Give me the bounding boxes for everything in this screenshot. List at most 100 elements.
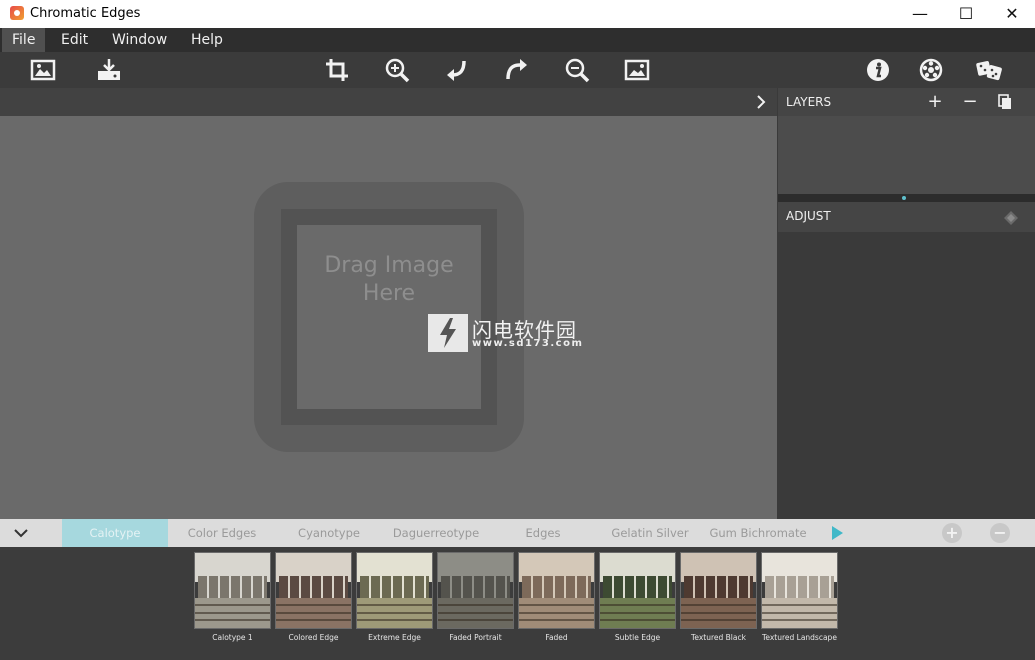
preset-thumbnail[interactable]: Calotype 1 <box>194 552 271 647</box>
preset-thumbnail[interactable]: Faded <box>518 552 595 647</box>
preset-thumbnail-label: Textured Landscape <box>762 633 837 642</box>
thumbnail-train <box>603 575 672 598</box>
preset-tab-daguerreotype[interactable]: Daguerreotype <box>382 519 490 547</box>
presets-bar: Calotype Color Edges Cyanotype Daguerreo… <box>0 519 1035 547</box>
menu-bar: File Edit Window Help <box>0 28 1035 52</box>
preset-tab-color-edges[interactable]: Color Edges <box>174 519 270 547</box>
preset-tab-cyanotype[interactable]: Cyanotype <box>284 519 374 547</box>
preset-thumbnail-image <box>356 552 433 629</box>
menu-edit[interactable]: Edit <box>51 28 98 52</box>
watermark-url: www.sd173.com <box>472 338 584 349</box>
zoom-out-icon[interactable] <box>563 56 591 84</box>
preset-thumbnail-label: Calotype 1 <box>212 633 253 642</box>
remove-layer-button[interactable]: − <box>959 91 981 113</box>
thumbnail-rail <box>519 604 594 606</box>
app-logo-icon <box>10 6 24 20</box>
scroll-right-icon[interactable] <box>832 526 843 540</box>
panel-splitter[interactable] <box>778 194 1035 202</box>
thumbnail-train <box>279 575 348 598</box>
duplicate-icon[interactable] <box>994 91 1016 113</box>
preset-thumbnail-label: Textured Black <box>691 633 746 642</box>
thumbnail-rail <box>357 619 432 621</box>
preset-thumbnail-label: Faded Portrait <box>449 633 502 642</box>
adjust-panel <box>778 232 1035 519</box>
canvas-header <box>0 88 777 116</box>
thumbnail-rail <box>600 619 675 621</box>
save-export-icon[interactable] <box>95 56 123 84</box>
layers-header: LAYERS + − <box>778 88 1035 116</box>
preset-tab-edges[interactable]: Edges <box>504 519 582 547</box>
adjust-header: ADJUST <box>778 202 1035 232</box>
preset-thumbnail[interactable]: Extreme Edge <box>356 552 433 647</box>
preset-thumbnails: Calotype 1 Colored Edge Extreme Edge Faded … <box>0 547 1035 660</box>
drop-hint-line1: Drag Image <box>324 253 454 278</box>
zoom-in-icon[interactable] <box>383 56 411 84</box>
thumbnail-train <box>198 575 267 598</box>
drop-hint: Drag Image Here <box>254 252 524 308</box>
thumbnail-train <box>441 575 510 598</box>
toolbar <box>0 52 1035 88</box>
thumbnail-rail <box>195 604 270 606</box>
info-icon[interactable] <box>864 56 892 84</box>
maximize-button[interactable]: ☐ <box>943 0 989 28</box>
thumbnail-rail <box>519 611 594 614</box>
preset-thumbnail-label: Colored Edge <box>288 633 339 642</box>
close-button[interactable]: ✕ <box>989 0 1035 28</box>
lightning-logo-icon <box>428 314 468 352</box>
preset-thumbnail-image <box>761 552 838 629</box>
layers-list[interactable] <box>778 116 1035 194</box>
eraser-icon[interactable] <box>1003 209 1019 225</box>
chevron-right-icon[interactable] <box>753 92 769 112</box>
thumbnail-rail <box>438 619 513 621</box>
menu-file[interactable]: File <box>2 28 46 52</box>
preset-thumbnail-image <box>437 552 514 629</box>
undo-icon[interactable] <box>443 56 471 84</box>
preset-thumbnail[interactable]: Subtle Edge <box>599 552 676 647</box>
thumbnail-rail <box>195 611 270 614</box>
preset-thumbnail[interactable]: Faded Portrait <box>437 552 514 647</box>
window-title: Chromatic Edges <box>30 6 141 21</box>
menu-help[interactable]: Help <box>181 28 233 52</box>
thumbnail-rail <box>762 604 837 606</box>
fit-image-icon[interactable] <box>623 56 651 84</box>
thumbnail-rail <box>681 611 756 614</box>
preset-thumbnail-image <box>518 552 595 629</box>
preset-tab-calotype[interactable]: Calotype <box>62 519 168 547</box>
thumbnail-rail <box>438 611 513 614</box>
thumbnail-rail <box>762 619 837 621</box>
preset-tab-gum-bichromate[interactable]: Gum Bichromate <box>704 519 812 547</box>
crop-icon[interactable] <box>323 56 351 84</box>
preset-thumbnail-image <box>194 552 271 629</box>
thumbnail-rail <box>276 611 351 614</box>
preset-thumbnail-image <box>599 552 676 629</box>
preset-thumbnail[interactable]: Textured Landscape <box>761 552 838 647</box>
menu-window[interactable]: Window <box>102 28 177 52</box>
random-dice-icon[interactable] <box>975 56 1003 84</box>
open-image-icon[interactable] <box>29 56 57 84</box>
preset-thumbnail-label: Faded <box>545 633 568 642</box>
thumbnail-rail <box>357 611 432 614</box>
thumbnail-rail <box>681 604 756 606</box>
preset-tab-gelatin-silver[interactable]: Gelatin Silver <box>598 519 702 547</box>
add-preset-button[interactable]: + <box>942 523 962 543</box>
title-bar: Chromatic Edges — ☐ ✕ <box>0 0 1035 28</box>
remove-preset-button[interactable]: − <box>990 523 1010 543</box>
preset-thumbnail[interactable]: Colored Edge <box>275 552 352 647</box>
thumbnail-rail <box>357 604 432 606</box>
thumbnail-train <box>522 575 591 598</box>
add-layer-button[interactable]: + <box>924 91 946 113</box>
image-canvas[interactable]: Drag Image Here 闪电软件园 www.sd173.com <box>0 116 777 519</box>
layers-title: LAYERS <box>786 95 832 109</box>
thumbnail-train <box>684 575 753 598</box>
thumbnail-train <box>765 575 834 598</box>
chevron-down-icon[interactable] <box>8 524 34 542</box>
preset-thumbnail-image <box>275 552 352 629</box>
minimize-button[interactable]: — <box>897 0 943 28</box>
redo-icon[interactable] <box>503 56 531 84</box>
preset-thumbnail-label: Extreme Edge <box>368 633 421 642</box>
preset-thumbnail[interactable]: Textured Black <box>680 552 757 647</box>
right-panel: LAYERS + − ADJUST <box>778 88 1035 519</box>
settings-icon[interactable] <box>917 56 945 84</box>
thumbnail-rail <box>519 619 594 621</box>
splitter-handle-icon <box>902 196 906 200</box>
